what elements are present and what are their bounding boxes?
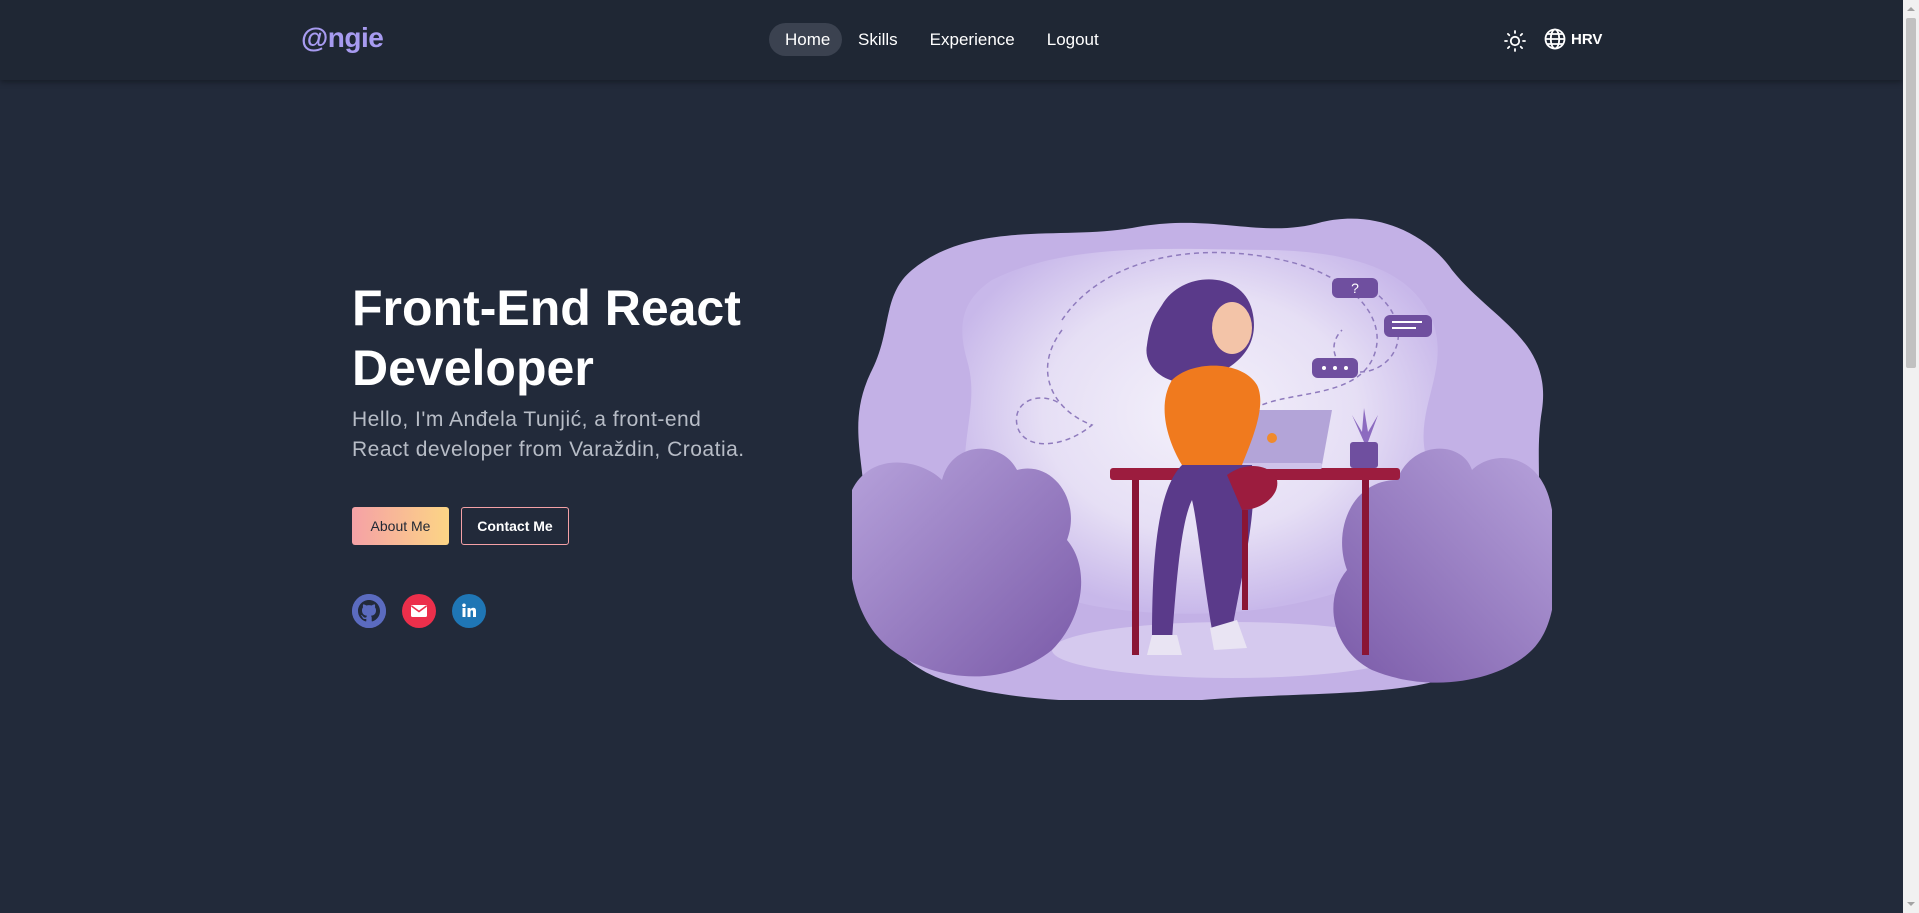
logo[interactable]: @ngie [301, 22, 384, 54]
navbar: @ngie Home Skills Experience Logout HRV [0, 0, 1903, 80]
language-switcher[interactable]: HRV [1543, 27, 1602, 51]
developer-illustration: ? [852, 218, 1552, 700]
nav-link-home[interactable]: Home [769, 23, 842, 56]
hero-title: Front-End React Developer [352, 280, 741, 396]
svg-text:?: ? [1351, 280, 1359, 296]
about-me-button[interactable]: About Me [352, 507, 449, 545]
nav-links: Home Skills Experience Logout [769, 23, 1115, 56]
scroll-down-icon[interactable] [1906, 899, 1916, 909]
github-icon [352, 594, 386, 628]
nav-link-skills[interactable]: Skills [842, 23, 914, 56]
linkedin-link[interactable] [452, 594, 486, 628]
scroll-thumb[interactable] [1906, 18, 1916, 368]
linkedin-icon [462, 603, 476, 617]
sun-icon[interactable] [1503, 29, 1527, 53]
mail-icon [411, 605, 427, 617]
language-label: HRV [1571, 30, 1603, 48]
scroll-up-icon[interactable] [1906, 4, 1916, 14]
nav-link-logout[interactable]: Logout [1031, 23, 1115, 56]
github-link[interactable] [352, 594, 386, 628]
contact-me-button[interactable]: Contact Me [461, 507, 569, 545]
nav-link-experience[interactable]: Experience [914, 23, 1031, 56]
mail-link[interactable] [402, 594, 436, 628]
globe-icon [1544, 28, 1566, 50]
hero-subtitle: Hello, I'm Anđela Tunjić, a front-end Re… [352, 408, 745, 461]
